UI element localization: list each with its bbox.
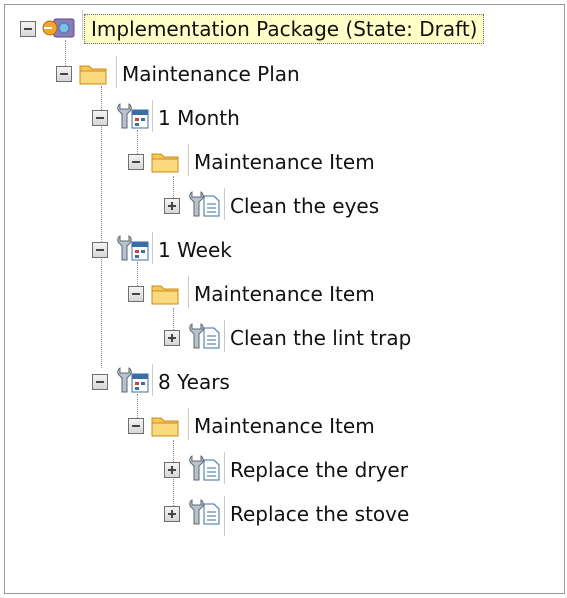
- collapse-toggle[interactable]: [56, 66, 72, 82]
- tree-node-interval-3[interactable]: 8 Years: [152, 368, 230, 396]
- schedule-icon: [114, 102, 150, 136]
- tree-node-root[interactable]: Implementation Package (State: Draft): [84, 14, 485, 44]
- tree-node-group-2[interactable]: Maintenance Item: [188, 280, 375, 308]
- expand-toggle[interactable]: [164, 330, 180, 346]
- collapse-toggle[interactable]: [128, 418, 144, 434]
- wrench-document-icon: [186, 322, 222, 356]
- tree-node-group-1[interactable]: Maintenance Item: [188, 148, 375, 176]
- collapse-toggle[interactable]: [92, 374, 108, 390]
- wrench-document-icon: [186, 498, 222, 532]
- wrench-document-icon: [186, 454, 222, 488]
- tree-node-item-2[interactable]: Clean the lint trap: [224, 324, 411, 352]
- tree-node-interval-2[interactable]: 1 Week: [152, 236, 232, 264]
- collapse-toggle[interactable]: [128, 154, 144, 170]
- tree-node-item-4[interactable]: Replace the stove: [224, 500, 409, 528]
- schedule-icon: [114, 234, 150, 268]
- tree-node-item-3[interactable]: Replace the dryer: [224, 456, 408, 484]
- folder-icon: [78, 60, 108, 90]
- schedule-icon: [114, 366, 150, 400]
- tree-separator: [82, 10, 83, 40]
- expand-toggle[interactable]: [164, 462, 180, 478]
- folder-icon: [150, 280, 180, 310]
- tree-node-maintenance-plan[interactable]: Maintenance Plan: [116, 60, 300, 88]
- wrench-document-icon: [186, 190, 222, 224]
- collapse-toggle[interactable]: [20, 21, 36, 37]
- expand-toggle[interactable]: [164, 198, 180, 214]
- tree-node-group-3[interactable]: Maintenance Item: [188, 412, 375, 440]
- package-icon: [40, 15, 78, 45]
- folder-icon: [150, 148, 180, 178]
- tree-node-item-1[interactable]: Clean the eyes: [224, 192, 379, 220]
- tree-connector: [101, 86, 102, 368]
- expand-toggle[interactable]: [164, 506, 180, 522]
- collapse-toggle[interactable]: [92, 110, 108, 126]
- collapse-toggle[interactable]: [92, 242, 108, 258]
- folder-icon: [150, 412, 180, 442]
- tree-connector: [173, 308, 174, 332]
- collapse-toggle[interactable]: [128, 286, 144, 302]
- tree-connector: [173, 176, 174, 200]
- tree-node-interval-1[interactable]: 1 Month: [152, 104, 240, 132]
